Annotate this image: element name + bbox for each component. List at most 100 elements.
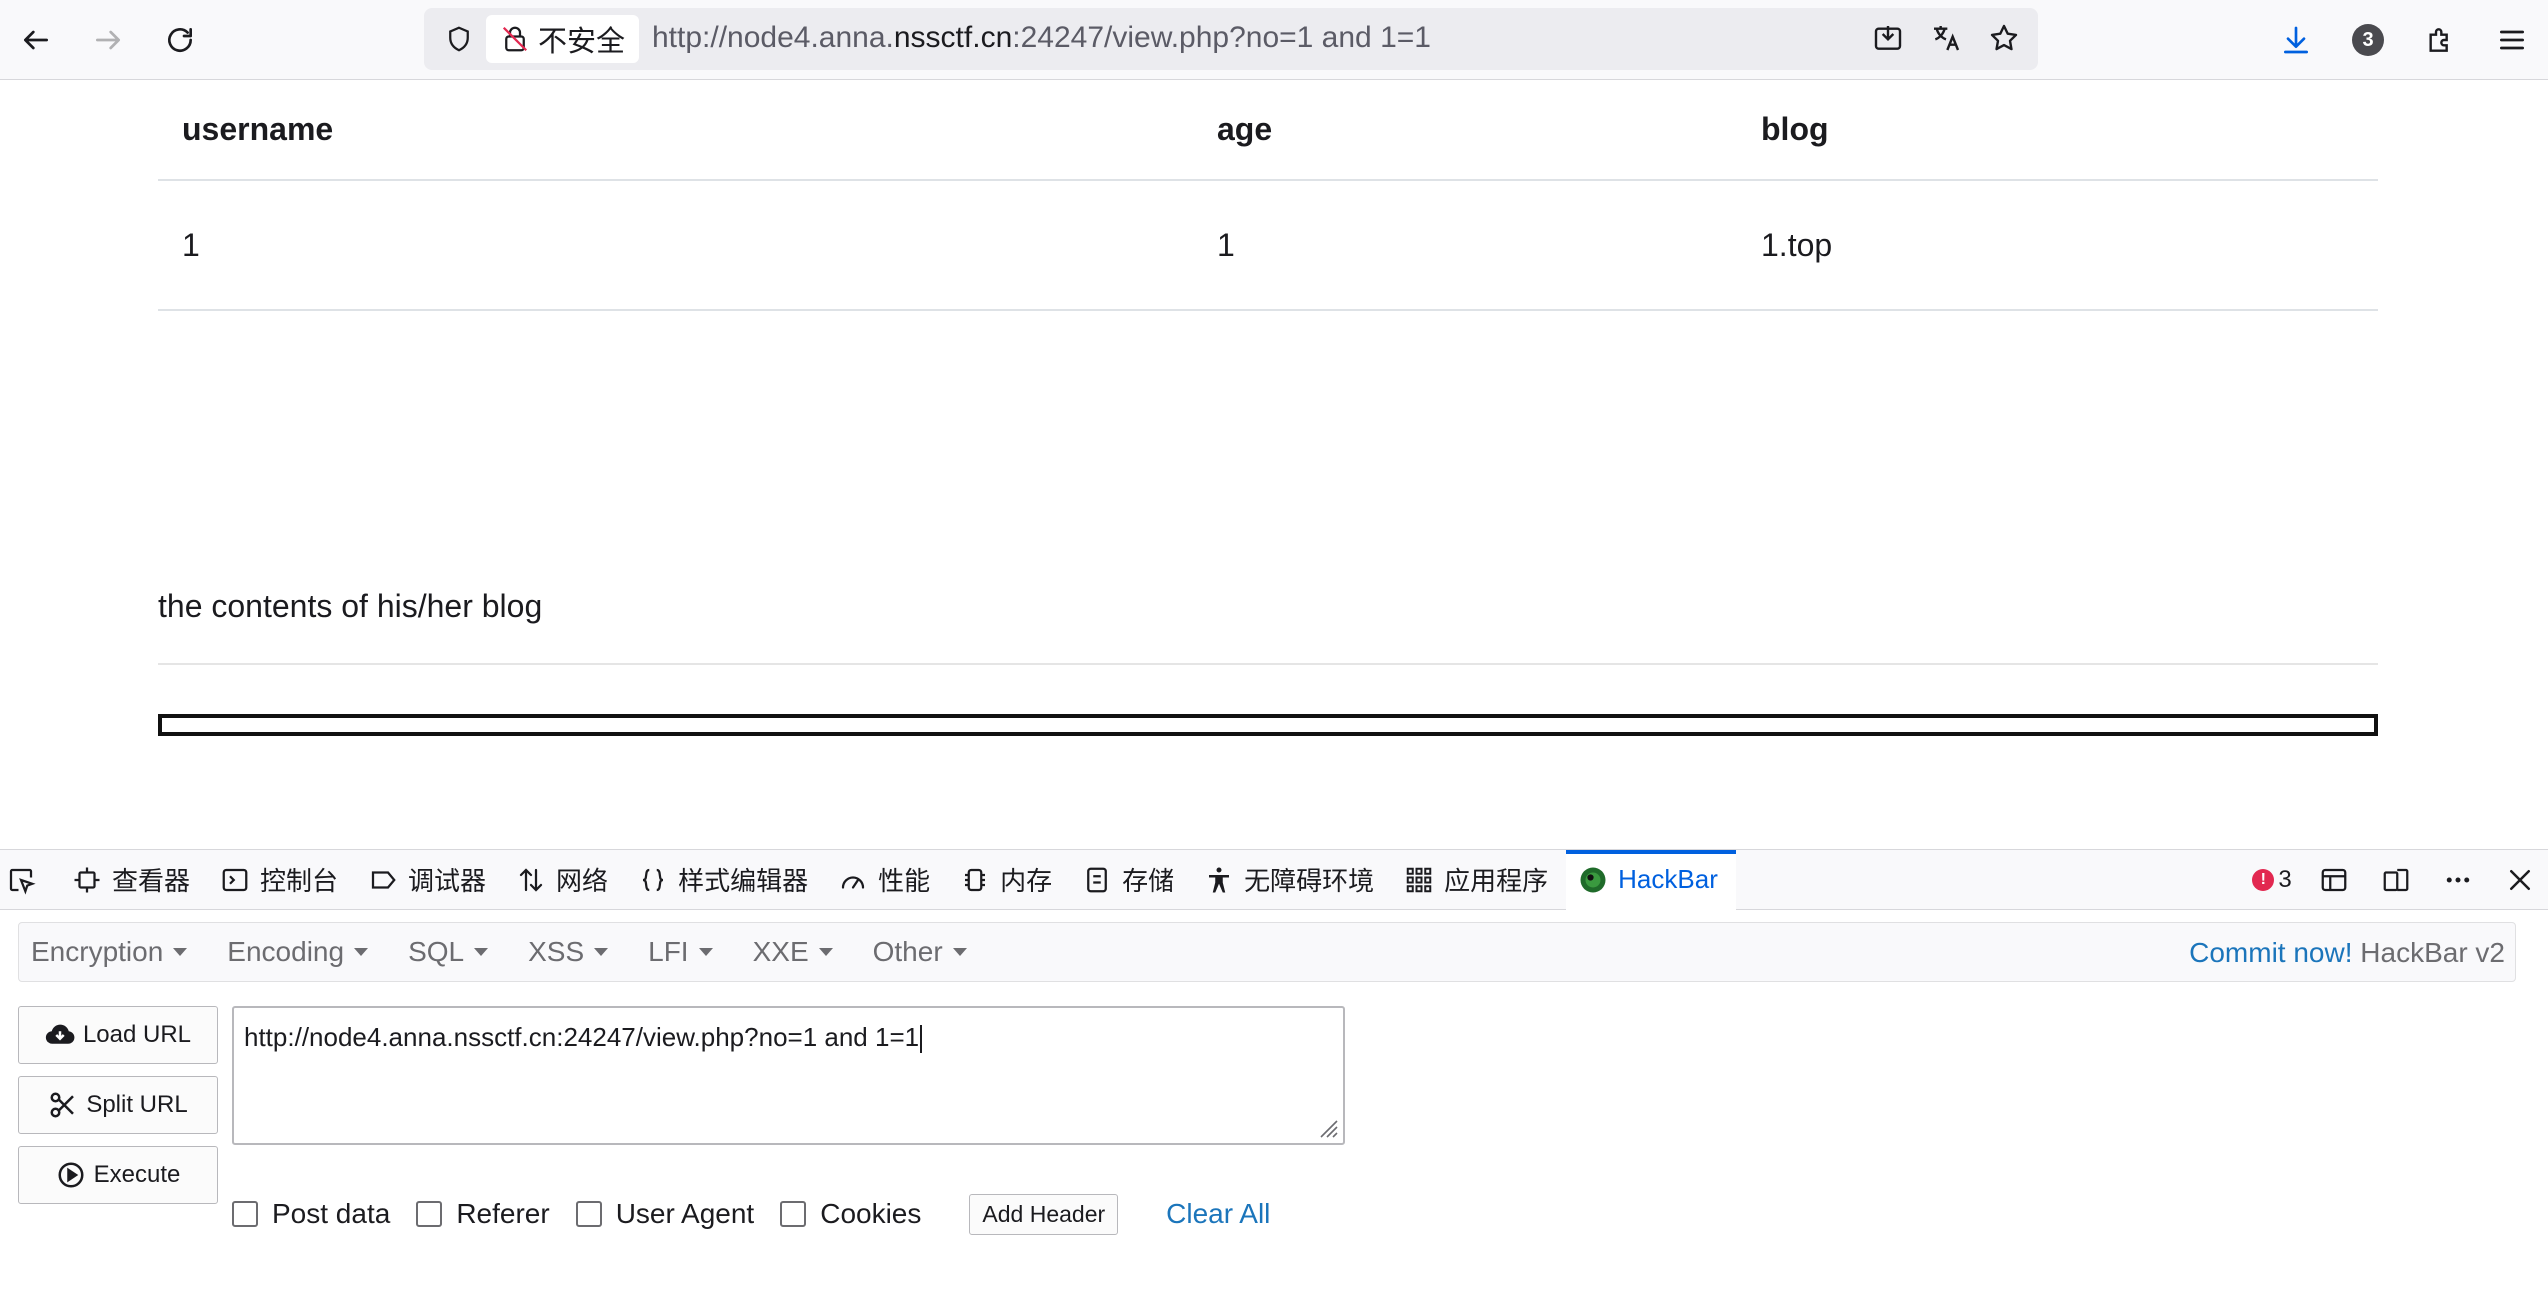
blog-contents-text: the contents of his/her blog: [158, 588, 543, 624]
menu-encoding-label: Encoding: [227, 936, 345, 967]
user-table: username age blog 1 1 1.top: [158, 80, 2378, 311]
cookies-checkbox[interactable]: [780, 1201, 807, 1227]
hackbar-version: HackBar v2: [2360, 937, 2505, 968]
menu-xss-label: XSS: [528, 936, 585, 967]
menu-other-label: Other: [872, 936, 943, 967]
tab-storage[interactable]: 存储: [1070, 850, 1192, 910]
performance-gauge-icon: [841, 875, 865, 889]
user-agent-label: User Agent: [615, 1198, 755, 1229]
inspector-icon: [74, 867, 100, 892]
page-save-icon[interactable]: [1868, 18, 1908, 58]
tab-network[interactable]: 网络: [504, 850, 626, 910]
split-url-button[interactable]: Split URL: [18, 1076, 218, 1134]
chevron-down-icon: [594, 948, 609, 956]
close-devtools-button[interactable]: [2492, 850, 2548, 910]
url-bar[interactable]: 不安全 http://node4.anna.nssctf.cn:24247/vi…: [424, 8, 2038, 70]
tab-console[interactable]: 控制台: [208, 850, 356, 910]
translate-icon[interactable]: [1926, 18, 1966, 58]
tab-memory[interactable]: 内存: [948, 850, 1070, 910]
menu-lfi[interactable]: LFI: [648, 936, 713, 968]
devtools-right-controls: ! 3: [2244, 850, 2548, 910]
browser-toolbar: 不安全 http://node4.anna.nssctf.cn:24247/vi…: [0, 0, 2548, 80]
more-options-button[interactable]: [2430, 850, 2486, 910]
back-arrow-icon: [24, 30, 48, 50]
element-picker-button[interactable]: [0, 850, 42, 910]
menu-other[interactable]: Other: [873, 936, 967, 968]
blog-iframe[interactable]: [158, 714, 2378, 736]
cell-blog: 1.top: [1737, 180, 2378, 311]
option-user-agent[interactable]: User Agent: [575, 1198, 755, 1230]
tab-network-label: 网络: [556, 866, 609, 896]
app-menu-button[interactable]: [2476, 14, 2548, 66]
insecure-label: 不安全: [538, 26, 626, 58]
user-agent-checkbox[interactable]: [575, 1201, 602, 1227]
tab-console-label: 控制台: [260, 866, 339, 896]
hackbar-options: Post data Referer User Agent Cookies Add…: [232, 1193, 1270, 1235]
forward-button[interactable]: [82, 14, 134, 66]
account-badge-button[interactable]: 3: [2332, 14, 2404, 66]
menu-sql[interactable]: SQL: [408, 936, 489, 968]
connection-insecure-indicator[interactable]: 不安全: [486, 15, 640, 63]
menu-encoding[interactable]: Encoding: [227, 936, 369, 968]
reload-button[interactable]: [154, 14, 206, 66]
clear-all-link[interactable]: Clear All: [1166, 1198, 1270, 1230]
divider: [158, 663, 2378, 665]
menu-sql-label: SQL: [408, 936, 465, 967]
notification-count-badge: 3: [2352, 24, 2384, 56]
tab-debugger[interactable]: 调试器: [356, 850, 504, 910]
post-data-checkbox[interactable]: [232, 1201, 258, 1227]
hackbar-url-value: http://node4.anna.nssctf.cn:24247/view.p…: [244, 1022, 920, 1052]
option-cookies[interactable]: Cookies: [780, 1198, 921, 1230]
commit-now-link[interactable]: Commit now!: [2189, 937, 2352, 968]
tab-memory-label: 内存: [1000, 866, 1053, 896]
error-count-indicator[interactable]: ! 3: [2244, 850, 2300, 910]
braces-icon: [642, 868, 664, 891]
tab-debugger-label: 调试器: [408, 866, 487, 896]
tab-performance-label: 性能: [878, 866, 931, 896]
menu-xxe[interactable]: XXE: [753, 936, 833, 968]
extensions-button[interactable]: [2404, 14, 2476, 66]
tab-hackbar[interactable]: HackBar: [1566, 849, 1736, 910]
hamburger-menu-icon: [2500, 30, 2524, 50]
cell-username: 1: [158, 180, 1193, 311]
error-icon: !: [2252, 869, 2275, 891]
tab-performance[interactable]: 性能: [826, 850, 948, 910]
back-button[interactable]: [10, 14, 62, 66]
layout-panel-icon: [2321, 868, 2347, 892]
dock-layout-button[interactable]: [2306, 850, 2362, 910]
url-text[interactable]: http://node4.anna.nssctf.cn:24247/view.p…: [652, 21, 1431, 55]
tab-accessibility-label: 无障碍环境: [1244, 866, 1375, 896]
memory-chip-icon: [965, 868, 986, 891]
puzzle-icon: [2429, 28, 2448, 52]
tab-accessibility[interactable]: 无障碍环境: [1192, 850, 1392, 910]
resize-grip-icon[interactable]: [1315, 1115, 1339, 1139]
chevron-down-icon: [354, 948, 369, 956]
option-post-data[interactable]: Post data: [232, 1198, 390, 1230]
tracking-protection-shield-icon[interactable]: [440, 20, 478, 58]
tab-style-editor[interactable]: 样式编辑器: [626, 850, 826, 910]
element-picker-icon: [9, 868, 36, 895]
reload-icon: [168, 28, 192, 52]
menu-xss[interactable]: XSS: [528, 936, 609, 968]
close-icon: [2510, 870, 2530, 890]
menu-encryption[interactable]: Encryption: [31, 936, 188, 968]
header-username: username: [158, 80, 1193, 181]
tab-storage-label: 存储: [1122, 866, 1175, 896]
bookmark-star-icon[interactable]: [1984, 18, 2024, 58]
cookies-label: Cookies: [820, 1198, 922, 1229]
add-header-button[interactable]: Add Header: [969, 1193, 1119, 1235]
tab-application[interactable]: 应用程序: [1392, 850, 1566, 910]
hackbar-brand: Commit now! HackBar v2: [2189, 937, 2505, 969]
responsive-design-button[interactable]: [2368, 850, 2424, 910]
execute-button[interactable]: Execute: [18, 1146, 218, 1204]
url-bar-actions: [1868, 18, 2024, 58]
option-referer[interactable]: Referer: [416, 1198, 550, 1230]
tab-inspector[interactable]: 查看器: [60, 850, 208, 910]
referer-checkbox[interactable]: [416, 1201, 443, 1227]
devtools-tab-bar: 查看器 控制台 调试器 网络 样式编辑器 性能 内存 存储 无障碍环境 应用程序…: [0, 849, 2548, 910]
hackbar-url-textarea[interactable]: http://node4.anna.nssctf.cn:24247/view.p…: [232, 1006, 1345, 1145]
downloads-button[interactable]: [2260, 14, 2332, 66]
table-header-row: username age blog: [158, 80, 2378, 181]
download-arrow-icon: [2284, 26, 2308, 54]
load-url-button[interactable]: Load URL: [18, 1006, 218, 1064]
